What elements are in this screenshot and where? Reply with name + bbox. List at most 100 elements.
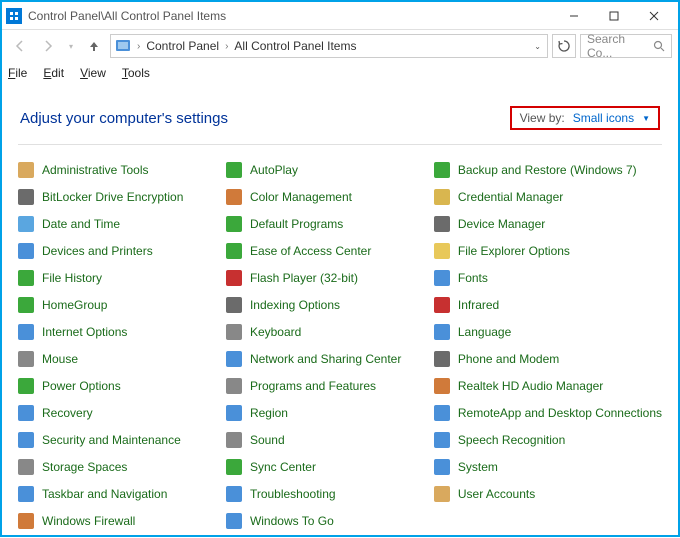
cp-item-credential-manager[interactable]: Credential Manager [434, 188, 662, 206]
item-label: Language [458, 325, 511, 339]
cp-item-devices-and-printers[interactable]: Devices and Printers [18, 242, 214, 260]
cp-item-administrative-tools[interactable]: Administrative Tools [18, 161, 214, 179]
item-label: Taskbar and Navigation [42, 487, 167, 501]
cp-item-internet-options[interactable]: Internet Options [18, 323, 214, 341]
cp-item-system[interactable]: System [434, 458, 662, 476]
cp-item-infrared[interactable]: Infrared [434, 296, 662, 314]
view-by-value: Small icons [573, 111, 634, 125]
cp-item-keyboard[interactable]: Keyboard [226, 323, 422, 341]
item-label: Color Management [250, 190, 352, 204]
item-label: Network and Sharing Center [250, 352, 401, 366]
item-icon [226, 270, 242, 286]
cp-item-network-and-sharing-center[interactable]: Network and Sharing Center [226, 350, 422, 368]
back-button[interactable] [8, 34, 32, 58]
cp-item-windows-firewall[interactable]: Windows Firewall [18, 512, 214, 530]
recent-dropdown[interactable]: ▾ [64, 34, 78, 58]
item-label: System [458, 460, 498, 474]
item-icon [226, 351, 242, 367]
refresh-button[interactable] [552, 34, 576, 58]
cp-item-taskbar-and-navigation[interactable]: Taskbar and Navigation [18, 485, 214, 503]
address-bar[interactable]: › Control Panel › All Control Panel Item… [110, 34, 548, 58]
item-icon [226, 189, 242, 205]
control-panel-icon [6, 8, 22, 24]
cp-item-bitlocker-drive-encryption[interactable]: BitLocker Drive Encryption [18, 188, 214, 206]
item-label: Region [250, 406, 288, 420]
menu-file[interactable]: File [8, 66, 27, 80]
item-icon [434, 270, 450, 286]
item-label: Speech Recognition [458, 433, 565, 447]
item-icon [434, 378, 450, 394]
cp-item-realtek-hd-audio-manager[interactable]: Realtek HD Audio Manager [434, 377, 662, 395]
forward-button[interactable] [36, 34, 60, 58]
up-button[interactable] [82, 34, 106, 58]
item-label: File Explorer Options [458, 244, 570, 258]
cp-item-phone-and-modem[interactable]: Phone and Modem [434, 350, 662, 368]
view-by-selector[interactable]: View by: Small icons ▼ [510, 106, 660, 130]
cp-item-file-explorer-options[interactable]: File Explorer Options [434, 242, 662, 260]
cp-item-sound[interactable]: Sound [226, 431, 422, 449]
item-icon [434, 486, 450, 502]
cp-item-power-options[interactable]: Power Options [18, 377, 214, 395]
item-label: Realtek HD Audio Manager [458, 379, 603, 393]
item-icon [434, 351, 450, 367]
window-title: Control Panel\All Control Panel Items [28, 9, 554, 23]
cp-item-speech-recognition[interactable]: Speech Recognition [434, 431, 662, 449]
cp-item-fonts[interactable]: Fonts [434, 269, 662, 287]
divider [18, 144, 662, 145]
cp-item-windows-to-go[interactable]: Windows To Go [226, 512, 422, 530]
item-icon [434, 324, 450, 340]
cp-item-user-accounts[interactable]: User Accounts [434, 485, 662, 503]
address-dropdown-icon[interactable]: ⌄ [534, 42, 543, 51]
cp-item-flash-player-32-bit[interactable]: Flash Player (32-bit) [226, 269, 422, 287]
item-icon [434, 297, 450, 313]
cp-item-language[interactable]: Language [434, 323, 662, 341]
item-icon [226, 324, 242, 340]
item-icon [18, 378, 34, 394]
maximize-button[interactable] [594, 2, 634, 30]
search-input[interactable]: Search Co... [580, 34, 672, 58]
cp-item-storage-spaces[interactable]: Storage Spaces [18, 458, 214, 476]
cp-item-file-history[interactable]: File History [18, 269, 214, 287]
cp-item-programs-and-features[interactable]: Programs and Features [226, 377, 422, 395]
breadcrumb-all-items[interactable]: All Control Panel Items [234, 39, 356, 53]
item-icon [18, 297, 34, 313]
cp-item-default-programs[interactable]: Default Programs [226, 215, 422, 233]
item-label: Keyboard [250, 325, 301, 339]
cp-item-troubleshooting[interactable]: Troubleshooting [226, 485, 422, 503]
navbar: ▾ › Control Panel › All Control Panel It… [2, 30, 678, 62]
menu-tools[interactable]: Tools [122, 66, 150, 80]
cp-item-date-and-time[interactable]: Date and Time [18, 215, 214, 233]
close-button[interactable] [634, 2, 674, 30]
cp-item-ease-of-access-center[interactable]: Ease of Access Center [226, 242, 422, 260]
menu-edit[interactable]: Edit [43, 66, 64, 80]
cp-item-sync-center[interactable]: Sync Center [226, 458, 422, 476]
item-label: Sound [250, 433, 285, 447]
item-icon [18, 324, 34, 340]
cp-item-recovery[interactable]: Recovery [18, 404, 214, 422]
cp-item-backup-and-restore-windows-7[interactable]: Backup and Restore (Windows 7) [434, 161, 662, 179]
item-label: Windows Firewall [42, 514, 135, 528]
item-label: BitLocker Drive Encryption [42, 190, 183, 204]
cp-item-region[interactable]: Region [226, 404, 422, 422]
item-label: Date and Time [42, 217, 120, 231]
cp-item-remoteapp-and-desktop-connections[interactable]: RemoteApp and Desktop Connections [434, 404, 662, 422]
item-icon [18, 486, 34, 502]
titlebar: Control Panel\All Control Panel Items [2, 2, 678, 30]
item-icon [18, 351, 34, 367]
cp-item-device-manager[interactable]: Device Manager [434, 215, 662, 233]
breadcrumb-control-panel[interactable]: Control Panel [146, 39, 219, 53]
item-icon [18, 405, 34, 421]
cp-item-indexing-options[interactable]: Indexing Options [226, 296, 422, 314]
cp-item-homegroup[interactable]: HomeGroup [18, 296, 214, 314]
item-icon [18, 162, 34, 178]
item-label: Device Manager [458, 217, 545, 231]
chevron-icon: › [135, 41, 142, 52]
search-icon [653, 40, 665, 52]
menu-view[interactable]: View [80, 66, 106, 80]
cp-item-color-management[interactable]: Color Management [226, 188, 422, 206]
item-label: File History [42, 271, 102, 285]
minimize-button[interactable] [554, 2, 594, 30]
cp-item-mouse[interactable]: Mouse [18, 350, 214, 368]
cp-item-autoplay[interactable]: AutoPlay [226, 161, 422, 179]
cp-item-security-and-maintenance[interactable]: Security and Maintenance [18, 431, 214, 449]
